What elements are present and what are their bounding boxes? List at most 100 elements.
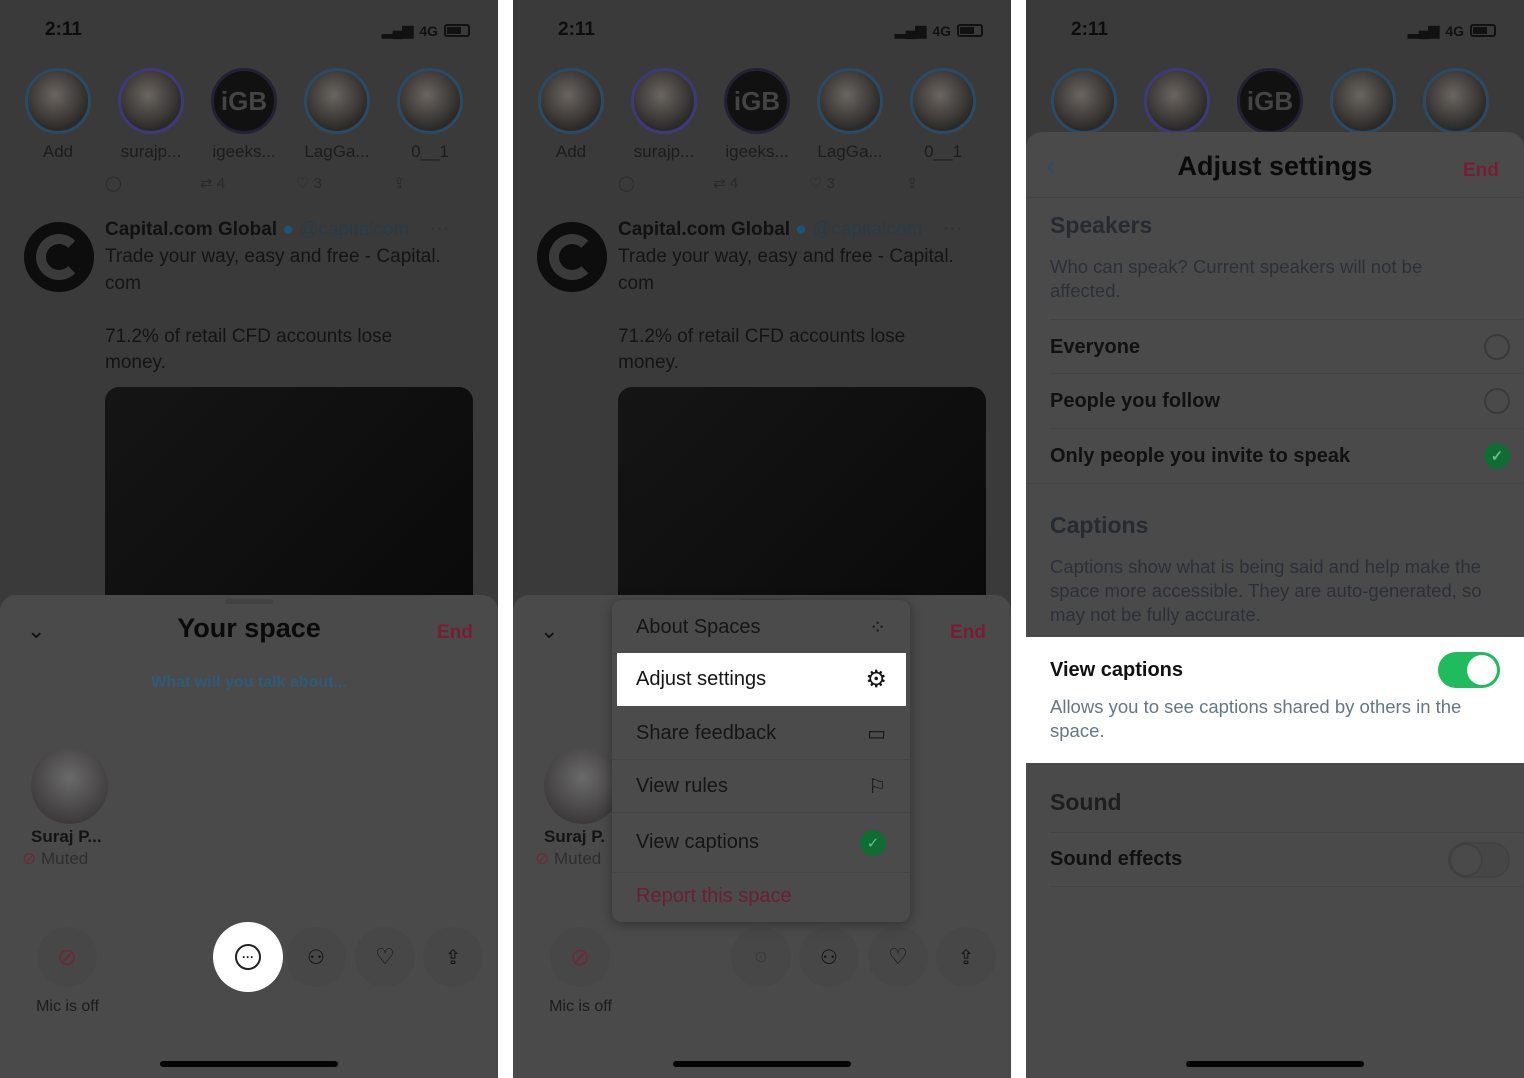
menu-item-share-feedback[interactable]: Share feedback ▭ [612, 707, 910, 760]
story-avatar-logo[interactable]: iGB [724, 68, 790, 134]
more-options-button[interactable]: ⊙ [731, 927, 791, 987]
space-options-menu: About Spaces ⁘ Adjust settings ⚙ Share fee… [612, 600, 910, 922]
speaker-name: Suraj P... [31, 827, 102, 846]
story-avatar-logo[interactable]: iGB [211, 68, 277, 134]
story-avatar[interactable] [1144, 68, 1210, 134]
react-button[interactable]: ♡ [355, 927, 415, 987]
story-avatar[interactable] [304, 68, 370, 134]
speakers-heading: Speakers [1050, 212, 1153, 238]
story-avatar[interactable] [817, 68, 883, 134]
menu-item-label: Report this space [636, 885, 792, 907]
menu-item-view-rules[interactable]: View rules ⚐ [612, 760, 910, 813]
tweet-text-line: com [105, 273, 141, 294]
menu-item-report-space[interactable]: Report this space [612, 870, 910, 923]
author-handle: @capitalcom [812, 219, 923, 240]
view-captions-row: View captions Allows you to see captions… [1026, 637, 1524, 763]
retweet-count: 4 [729, 175, 739, 192]
share-button[interactable]: ⇪ [423, 927, 483, 987]
share-icon[interactable]: ⇪ [906, 174, 919, 192]
tweet-text-line: money. [618, 352, 679, 373]
story-avatar[interactable] [397, 68, 463, 134]
menu-item-view-captions[interactable]: View captions ✓ [612, 813, 910, 873]
story-label: Add [555, 142, 587, 161]
radio-icon[interactable] [1484, 334, 1510, 360]
tweet-text-line: Trade your way, easy and free - Capital. [105, 246, 441, 267]
radio-icon[interactable] [1484, 388, 1510, 414]
menu-item-adjust-settings[interactable]: Adjust settings ⚙ [617, 653, 906, 706]
heart-icon: ♡ [296, 175, 310, 192]
retweet-button[interactable]: ⇄ 4 [200, 174, 225, 192]
story-avatar[interactable] [910, 68, 976, 134]
tweet-avatar[interactable] [537, 222, 607, 292]
tweet-image[interactable] [105, 387, 473, 617]
verified-icon: ● [795, 219, 807, 240]
story-avatar[interactable] [1423, 68, 1489, 134]
speaker-avatar[interactable] [544, 747, 621, 824]
like-button[interactable]: ♡ 3 [296, 174, 322, 192]
option-only-invited[interactable]: Only people you invite to speak ✓ [1050, 428, 1524, 483]
react-button[interactable]: ♡ [868, 927, 928, 987]
more-options-button[interactable]: ··· [213, 922, 283, 992]
feedback-icon: ▭ [867, 722, 886, 745]
signal-icon: ▂▄▆ [1407, 22, 1440, 38]
tweet-author[interactable]: Capital.com Global ● @capitalcom ··· [105, 219, 450, 241]
story-avatar[interactable] [118, 68, 184, 134]
option-label: Only people you invite to speak [1050, 444, 1351, 467]
listeners-button[interactable]: ⚇ [286, 927, 346, 987]
sound-effects-toggle[interactable] [1448, 841, 1510, 878]
share-button[interactable]: ⇪ [936, 927, 996, 987]
story-avatar[interactable] [631, 68, 697, 134]
story-label: surajp... [633, 142, 695, 161]
reply-icon[interactable]: ◯ [105, 174, 122, 192]
sheet-grabber[interactable] [225, 599, 273, 604]
story-avatar[interactable] [25, 68, 91, 134]
mic-label: Mic is off [549, 998, 612, 1015]
muted-label: Muted [40, 849, 89, 868]
share-icon[interactable]: ⇪ [393, 174, 406, 192]
listeners-button[interactable]: ⚇ [799, 927, 859, 987]
retweet-button[interactable]: ⇄ 4 [713, 174, 738, 192]
collapse-chevron-icon[interactable]: ⌄ [540, 618, 558, 644]
home-indicator [160, 1061, 338, 1067]
mic-label: Mic is off [36, 998, 99, 1015]
speaker-avatar[interactable] [31, 747, 108, 824]
battery-icon [444, 24, 470, 37]
tweet-avatar[interactable] [24, 222, 94, 292]
network-label: 4G [932, 22, 951, 39]
menu-item-label: View captions [636, 831, 760, 853]
menu-item-about-spaces[interactable]: About Spaces ⁘ [612, 601, 910, 654]
mic-button[interactable]: ⊘ [550, 927, 610, 987]
like-button[interactable]: ♡ 3 [809, 174, 835, 192]
more-options-icon: ⊙ [754, 949, 768, 966]
end-button[interactable]: End [950, 622, 986, 644]
menu-item-label: Adjust settings [636, 668, 767, 690]
more-options-icon: ··· [235, 944, 261, 970]
tweet-image[interactable] [618, 387, 986, 617]
check-icon: ✓ [860, 829, 886, 856]
check-icon[interactable]: ✓ [1484, 443, 1510, 469]
status-time: 2:11 [45, 19, 82, 40]
status-indicators: ▂▄▆ 4G [382, 22, 470, 39]
option-people-you-follow[interactable]: People you follow [1050, 373, 1524, 428]
retweet-count: 4 [216, 175, 226, 192]
mic-off-icon: ⊘ [535, 849, 550, 868]
story-avatar-logo[interactable]: iGB [1237, 68, 1303, 134]
view-captions-toggle[interactable] [1438, 652, 1500, 688]
mic-off-icon: ⊘ [56, 943, 78, 971]
end-button[interactable]: End [1463, 160, 1499, 182]
sound-heading: Sound [1050, 789, 1122, 815]
more-icon[interactable]: ··· [944, 219, 963, 240]
reply-icon[interactable]: ◯ [618, 174, 635, 192]
heart-plus-icon: ♡ [888, 944, 908, 969]
mic-button[interactable]: ⊘ [37, 927, 97, 987]
option-everyone[interactable]: Everyone [1050, 319, 1524, 374]
home-indicator [1186, 1061, 1364, 1067]
story-avatar[interactable] [1051, 68, 1117, 134]
tweet-author[interactable]: Capital.com Global ● @capitalcom ··· [618, 219, 963, 241]
story-avatar[interactable] [1330, 68, 1396, 134]
story-avatar[interactable] [538, 68, 604, 134]
people-icon: ⚇ [307, 946, 325, 969]
more-icon[interactable]: ··· [431, 219, 450, 240]
space-topic-link[interactable]: What will you talk about... [0, 674, 498, 692]
like-count: 3 [826, 175, 835, 192]
